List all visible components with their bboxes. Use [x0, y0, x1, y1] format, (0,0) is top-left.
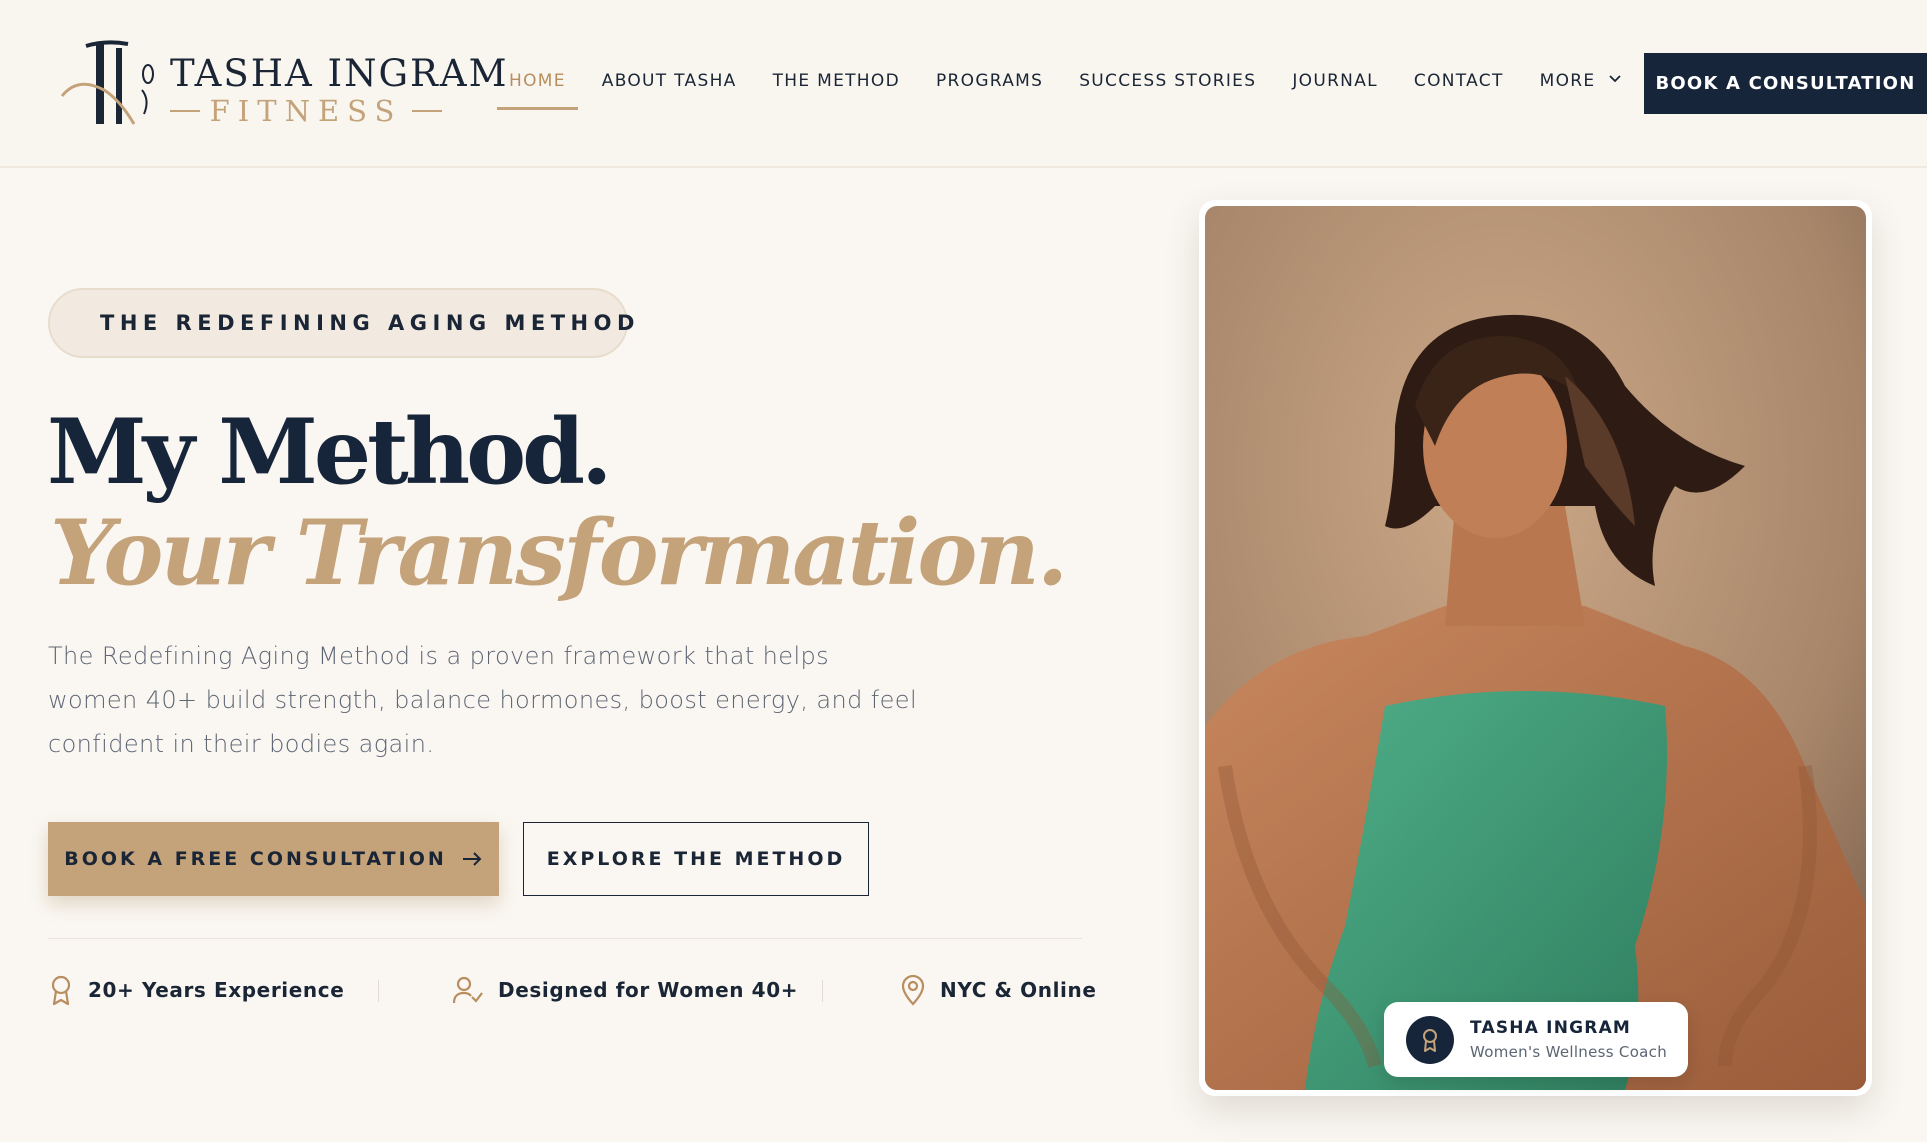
chevron-down-icon — [1609, 75, 1621, 83]
coach-portrait-image — [1205, 206, 1866, 1090]
feature-list: 20+ Years Experience Designed for Women … — [48, 968, 1096, 1012]
feature-label: NYC & Online — [940, 978, 1097, 1002]
hero-subtitle: Your Transformation. — [50, 500, 1068, 606]
coach-photo — [1205, 206, 1866, 1090]
brand-monogram — [60, 40, 154, 125]
feature-location: NYC & Online — [900, 968, 1097, 1012]
nav-item-method[interactable]: THE METHOD — [761, 58, 912, 110]
feature-separator — [822, 980, 823, 1002]
nav-item-success-stories[interactable]: SUCCESS STORIES — [1067, 58, 1268, 110]
book-free-consultation-button[interactable]: BOOK A FREE CONSULTATION — [48, 822, 499, 896]
brand-name: TASHA INGRAM — [170, 52, 509, 95]
coach-photo-card — [1199, 200, 1872, 1096]
brand-sub-text: FITNESS — [209, 94, 403, 128]
brand-rule-left — [170, 110, 200, 112]
map-pin-icon — [901, 974, 925, 1006]
brand-logo[interactable]: TASHA INGRAM FITNESS — [58, 38, 506, 130]
site-header: TASHA INGRAM FITNESS HOME ABOUT TASHA TH… — [0, 0, 1927, 168]
nav-item-contact[interactable]: CONTACT — [1402, 58, 1516, 110]
feature-label: Designed for Women 40+ — [498, 978, 799, 1002]
badge-text: TASHA INGRAM Women's Wellness Coach — [1470, 1018, 1667, 1061]
nav-more-label: MORE — [1539, 71, 1596, 91]
explore-method-button[interactable]: EXPLORE THE METHOD — [523, 822, 869, 896]
badge-role: Women's Wellness Coach — [1470, 1043, 1668, 1061]
badge-name: TASHA INGRAM — [1470, 1018, 1632, 1038]
award-icon — [1423, 1028, 1437, 1052]
hero-description: The Redefining Aging Method is a proven … — [48, 642, 918, 758]
method-eyebrow-pill: THE REDEFINING AGING METHOD — [48, 288, 634, 358]
main-nav: HOME ABOUT TASHA THE METHOD PROGRAMS SUC… — [497, 58, 1646, 110]
primary-cta-label: BOOK A FREE CONSULTATION — [64, 848, 447, 870]
feature-separator — [378, 980, 379, 1002]
brand-rule-right — [412, 110, 443, 112]
nav-item-journal[interactable]: JOURNAL — [1280, 58, 1390, 110]
features-divider — [48, 938, 1082, 939]
user-check-icon — [452, 976, 483, 1004]
coach-badge: TASHA INGRAM Women's Wellness Coach — [1384, 1002, 1688, 1077]
feature-label: 20+ Years Experience — [88, 978, 345, 1002]
brand-subtitle: FITNESS — [170, 94, 443, 128]
feature-experience: 20+ Years Experience — [48, 968, 344, 1012]
nav-item-more[interactable]: MORE — [1528, 58, 1635, 110]
book-consultation-button[interactable]: BOOK A CONSULTATION — [1644, 53, 1927, 114]
nav-item-programs[interactable]: PROGRAMS — [924, 58, 1055, 110]
feature-women-40: Designed for Women 40+ — [452, 968, 798, 1012]
arrow-right-icon — [462, 852, 482, 866]
secondary-cta-label: EXPLORE THE METHOD — [546, 848, 846, 870]
eyebrow-text: THE REDEFINING AGING METHOD — [100, 311, 640, 335]
nav-item-home[interactable]: HOME — [497, 58, 578, 110]
award-icon — [51, 975, 71, 1006]
nav-item-about[interactable]: ABOUT TASHA — [590, 58, 749, 110]
badge-avatar — [1406, 1015, 1454, 1064]
